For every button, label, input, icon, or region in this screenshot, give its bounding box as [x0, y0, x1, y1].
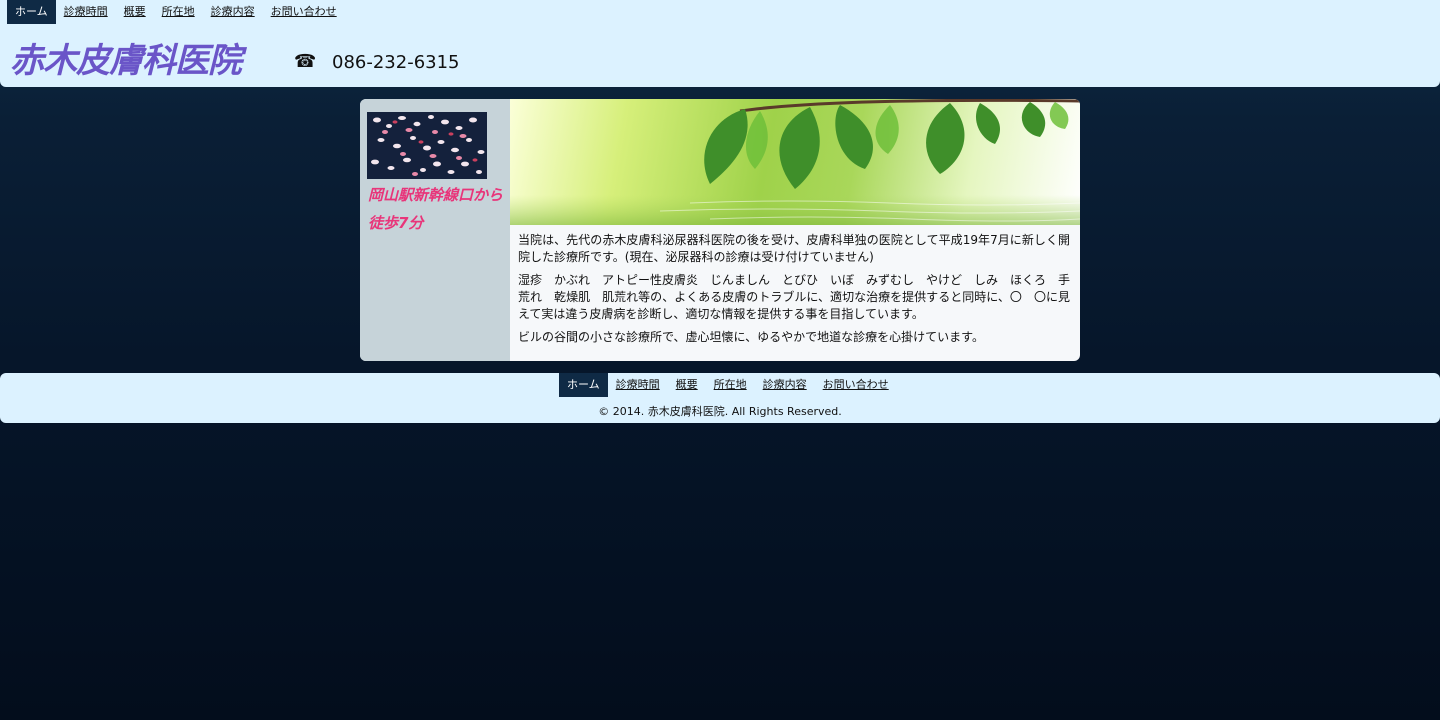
flower-petals-image	[367, 112, 487, 179]
top-nav: ホーム 診療時間 概要 所在地 診療内容 お問い合わせ	[7, 0, 345, 24]
site-header: ホーム 診療時間 概要 所在地 診療内容 お問い合わせ 赤木皮膚科医院 ☎ 08…	[0, 0, 1440, 87]
philosophy-paragraph: ビルの谷間の小さな診療所で、虚心坦懐に、ゆるやかで地道な診療を心掛けています。	[518, 330, 984, 344]
footer-nav-item-overview[interactable]: 概要	[668, 373, 706, 397]
nav-item-hours[interactable]: 診療時間	[56, 0, 116, 24]
phone-icon: ☎	[294, 51, 317, 72]
site-title[interactable]: 赤木皮膚科医院	[10, 33, 242, 82]
footer-nav: ホーム 診療時間 概要 所在地 診療内容 お問い合わせ	[559, 373, 897, 397]
footer-nav-item-hours[interactable]: 診療時間	[608, 373, 668, 397]
intro-text: 当院は、先代の赤木皮膚科泌尿器科医院の後を受け、皮膚科単独の医院として平成19年…	[518, 232, 1070, 352]
petals-graphic	[367, 112, 487, 179]
footer-nav-item-services[interactable]: 診療内容	[755, 373, 815, 397]
copyright-text: © 2014. 赤木皮膚科医院. All Rights Reserved.	[598, 405, 842, 418]
footer-nav-item-contact[interactable]: お問い合わせ	[815, 373, 897, 397]
leaves-graphic	[510, 99, 1080, 225]
content-card: 岡山駅新幹線口から徒歩7分 当院は、先代の赤木皮膚科泌尿器科医院の後を受け、皮膚…	[360, 99, 1080, 361]
nav-item-location[interactable]: 所在地	[154, 0, 203, 24]
footer-nav-item-home[interactable]: ホーム	[559, 373, 608, 397]
intro-paragraph: 当院は、先代の赤木皮膚科泌尿器科医院の後を受け、皮膚科単独の医院として平成19年…	[518, 233, 1070, 264]
site-footer: ホーム 診療時間 概要 所在地 診療内容 お問い合わせ © 2014. 赤木皮膚…	[0, 373, 1440, 423]
conditions-paragraph: 湿疹 かぶれ アトピー性皮膚炎 じんましん とびひ いぼ みずむし やけど しみ…	[518, 273, 1071, 321]
phone-number: 086-232-6315	[332, 52, 460, 73]
nav-item-home[interactable]: ホーム	[7, 0, 56, 24]
footer-nav-item-location[interactable]: 所在地	[706, 373, 755, 397]
sidebar: 岡山駅新幹線口から徒歩7分	[360, 99, 510, 361]
nav-item-services[interactable]: 診療内容	[203, 0, 263, 24]
nav-item-contact[interactable]: お問い合わせ	[263, 0, 345, 24]
leaves-banner-image	[510, 99, 1080, 225]
nav-item-overview[interactable]: 概要	[116, 0, 154, 24]
access-info: 岡山駅新幹線口から徒歩7分	[368, 186, 504, 232]
